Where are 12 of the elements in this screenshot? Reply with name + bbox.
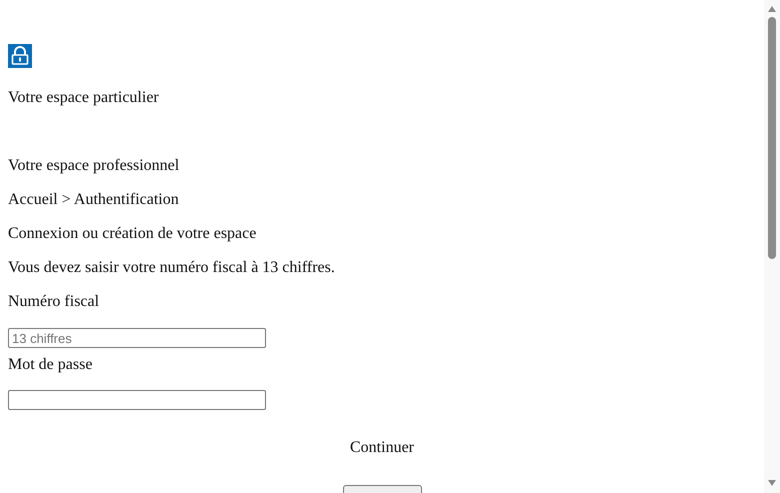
lock-icon <box>8 44 32 68</box>
breadcrumb: Accueil > Authentification <box>8 191 179 209</box>
instruction-text: Vous devez saisir votre numéro fiscal à 13 chiffres. <box>8 259 335 277</box>
input-field[interactable] <box>8 390 266 410</box>
field-label: Mot de passe <box>8 356 92 374</box>
input-field[interactable]: 13 chiffres <box>8 328 266 348</box>
personal-space-link[interactable]: Votre espace particulier <box>8 89 159 107</box>
page-heading: Connexion ou création de votre espace <box>8 225 256 243</box>
professional-space-link[interactable]: Votre espace professionnel <box>8 157 180 175</box>
continue-text[interactable]: Continuer <box>350 439 414 456</box>
field-label: Numéro fiscal <box>8 293 100 311</box>
scrollbar[interactable] <box>764 0 780 493</box>
